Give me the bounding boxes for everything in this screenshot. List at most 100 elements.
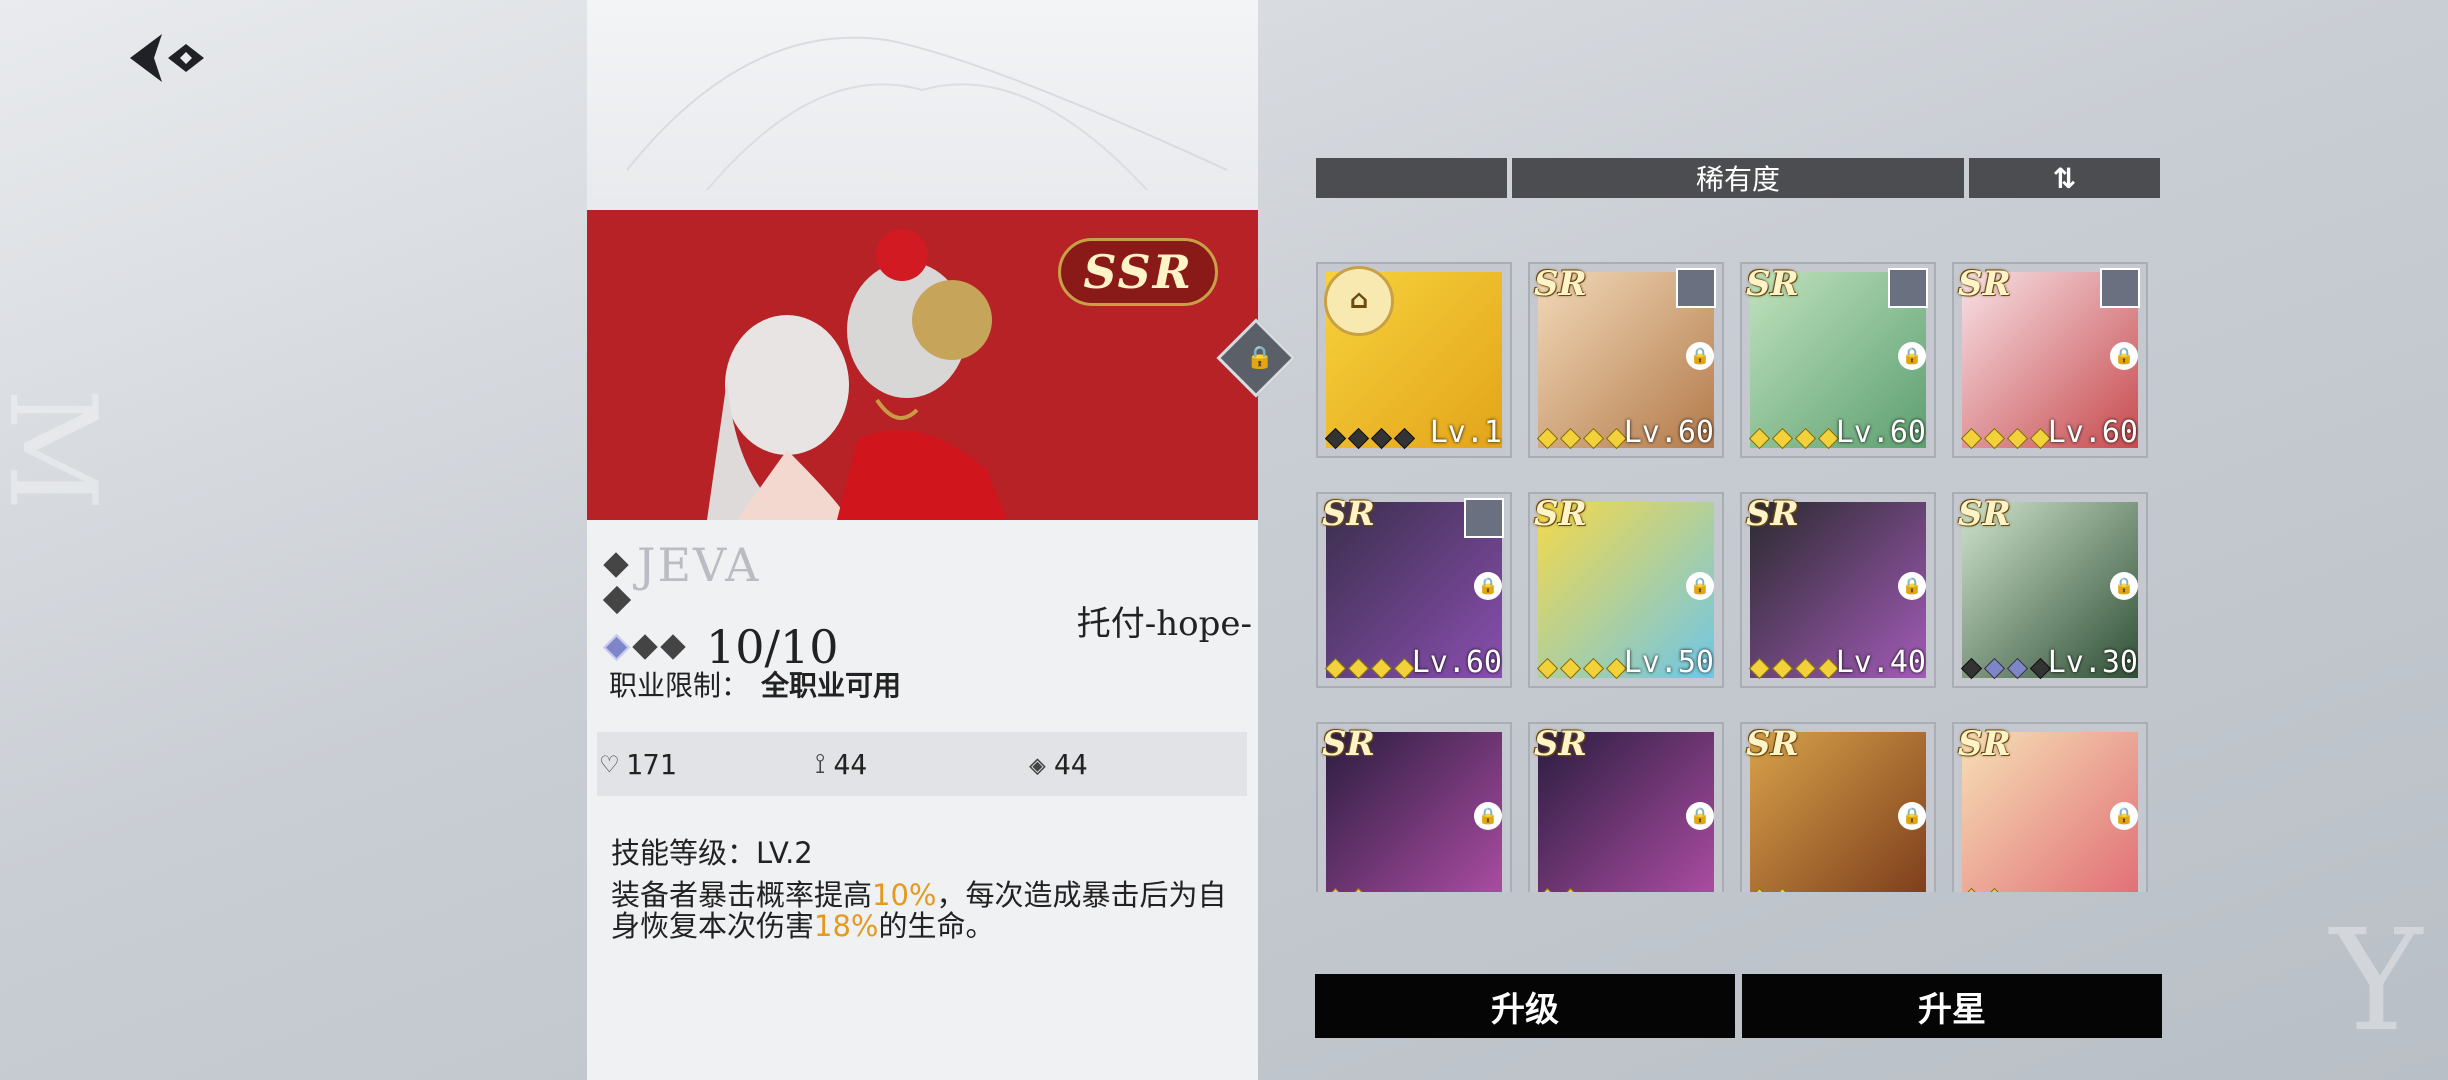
card-level: Lv.50: [1623, 645, 1714, 680]
card-star-pips: [1536, 427, 1628, 450]
card-star-pips: [1748, 657, 1840, 680]
star-pip-icon: [1324, 657, 1347, 680]
equipped-character-avatar: [1676, 268, 1716, 308]
rank-diamond-blue-icon: [603, 633, 630, 661]
weapon-card[interactable]: SR 🔒 Lv.60: [1740, 262, 1936, 458]
lock-icon: 🔒: [1245, 345, 1274, 371]
job-restriction: 职业限制： 全职业可用: [609, 664, 901, 704]
lock-icon: 🔒: [1474, 572, 1502, 600]
background-letter-right: Y: [2330, 900, 2423, 1063]
lock-icon: 🔒: [2110, 802, 2138, 830]
card-level: Lv.60: [1411, 645, 1502, 680]
weapon-artwork: SSR: [587, 210, 1258, 520]
skill-desc-text: 装备者暴击概率提高: [611, 878, 873, 912]
card-star-pips: [1748, 887, 1794, 892]
card-rarity: SR: [1322, 494, 1375, 534]
star-pip-icon: [1771, 657, 1794, 680]
card-rarity: SR: [1534, 724, 1587, 764]
star-pip-icon: [1960, 657, 1983, 680]
star-pip-icon: [1347, 427, 1370, 450]
stat-defense: ◈ 44: [1025, 748, 1239, 781]
sort-label: 稀有度: [1695, 163, 1780, 196]
star-pip-icon: [2006, 657, 2029, 680]
card-star-pips: [1536, 887, 1582, 892]
card-level: Lv.40: [1835, 645, 1926, 680]
weapon-card[interactable]: SR 🔒 Lv.30: [1952, 492, 2148, 688]
star-pip-icon: [1324, 427, 1347, 450]
star-pip-icon: [1370, 657, 1393, 680]
lock-icon: 🔒: [1686, 572, 1714, 600]
star-up-button[interactable]: 升星: [1742, 974, 2162, 1038]
star-pip-icon: [1960, 427, 1983, 450]
weapon-name-row: JEVA: [603, 538, 761, 592]
weapon-detail-panel: SSR JEVA 10/10 托付-hope- 职业限制： 全职业可用 ♡ 171…: [587, 0, 1258, 1080]
job-value: 全职业可用: [761, 669, 902, 702]
filter-button[interactable]: [1316, 158, 1507, 198]
weapon-card[interactable]: SR 🔒: [1740, 722, 1936, 892]
job-label: 职业限制：: [609, 669, 750, 702]
card-star-pips: [1960, 427, 2052, 450]
card-level: Lv.60: [1835, 415, 1926, 450]
upgrade-button[interactable]: 升级: [1315, 974, 1735, 1038]
lock-icon: 🔒: [2110, 572, 2138, 600]
weapon-card[interactable]: SR 🔒: [1952, 722, 2148, 892]
equipped-character-avatar: [1888, 268, 1928, 308]
rank-diamond-icon: [632, 634, 658, 660]
back-arrow-icon: [130, 34, 204, 82]
diamond-icon: [603, 552, 629, 578]
card-rarity: SR: [1322, 724, 1375, 764]
equipped-badge-icon: ⌂: [1324, 266, 1394, 336]
star-pip-icon: [1582, 657, 1605, 680]
sort-dropdown[interactable]: 稀有度: [1512, 158, 2036, 198]
lock-icon: 🔒: [1898, 342, 1926, 370]
diamond-icon: [602, 585, 632, 615]
card-rarity: SR: [1534, 494, 1587, 534]
card-star-pips: [1324, 427, 1416, 450]
sword-icon: ⟟: [815, 747, 826, 780]
star-pip-icon: [1983, 427, 2006, 450]
card-star-pips: [1960, 657, 2052, 680]
star-pip-icon: [1370, 427, 1393, 450]
star-pip-icon: [1582, 427, 1605, 450]
card-star-pips: [1536, 657, 1628, 680]
lock-icon: 🔒: [1686, 802, 1714, 830]
star-pip-icon: [1347, 657, 1370, 680]
lock-icon: 🔒: [1474, 802, 1502, 830]
weapon-grid[interactable]: ⌂ Lv.1 SR 🔒 Lv.60 SR 🔒 Lv.60 SR 🔒 Lv.60 SR 🔒 Lv.60 SR 🔒…: [1316, 262, 2160, 892]
sort-order-button[interactable]: ⇅: [1969, 158, 2160, 198]
card-rarity: SR: [1958, 264, 2011, 304]
card-rarity: SR: [1746, 494, 1799, 534]
card-star-pips: [1748, 427, 1840, 450]
card-level: Lv.1: [1429, 415, 1502, 450]
weapon-name: JEVA: [637, 538, 761, 592]
card-level: Lv.60: [1623, 415, 1714, 450]
star-pip-icon: [1748, 657, 1771, 680]
card-rarity: SR: [1534, 264, 1587, 304]
skill-level: 技能等级：LV.2: [611, 836, 813, 870]
weapon-card[interactable]: SR 🔒 Lv.40: [1740, 492, 1936, 688]
star-pip-icon: [1393, 427, 1416, 450]
weapon-card[interactable]: SR 🔒 Lv.60: [1952, 262, 2148, 458]
weapon-card[interactable]: SR 🔒: [1528, 722, 1724, 892]
weapon-card[interactable]: SR 🔒 Lv.60: [1316, 492, 1512, 688]
skill-desc-text: 的生命。: [878, 909, 995, 943]
star-pip-icon: [2006, 427, 2029, 450]
card-rarity: SR: [1746, 264, 1799, 304]
star-pip-icon: [1983, 657, 2006, 680]
lock-icon: 🔒: [2110, 342, 2138, 370]
back-button[interactable]: [128, 30, 218, 86]
weapon-card[interactable]: SR 🔒 Lv.50: [1528, 492, 1724, 688]
stat-hp: ♡ 171: [597, 748, 811, 781]
stat-hp-value: 171: [625, 747, 677, 781]
weapon-card[interactable]: SR 🔒 Lv.60: [1528, 262, 1724, 458]
weapon-owner: 托付-hope-: [1076, 604, 1252, 644]
weapon-card[interactable]: SR 🔒: [1316, 722, 1512, 892]
lock-icon: 🔒: [1898, 802, 1926, 830]
card-star-pips: [1324, 657, 1416, 680]
equipped-character-avatar: [1464, 498, 1504, 538]
stat-attack-value: 44: [833, 747, 868, 781]
lock-icon: 🔒: [1898, 572, 1926, 600]
card-level: Lv.30: [2047, 645, 2138, 680]
background-letter-left: M: [0, 388, 121, 511]
weapon-card[interactable]: ⌂ Lv.1: [1316, 262, 1512, 458]
